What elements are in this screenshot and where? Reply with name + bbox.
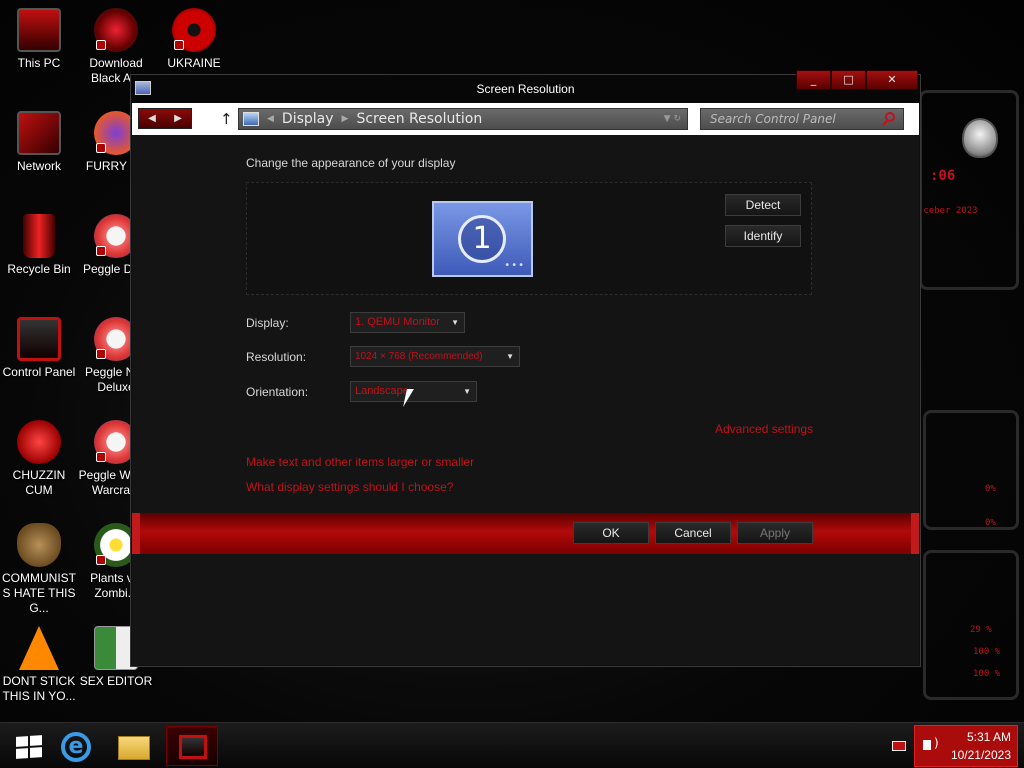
orientation-select-value: Landscape bbox=[355, 385, 409, 397]
windows-logo-icon bbox=[16, 735, 42, 759]
chevron-left-icon: ◀ bbox=[267, 114, 274, 124]
history-buttons: ◀ ▶ bbox=[138, 108, 192, 129]
search-icon[interactable] bbox=[885, 112, 895, 122]
orientation-select[interactable]: Landscape ▼ bbox=[350, 381, 477, 402]
main-content: Change the appearance of your display 1 … bbox=[132, 135, 919, 665]
breadcrumb-screen-resolution[interactable]: Screen Resolution bbox=[356, 111, 482, 127]
cancel-button[interactable]: Cancel bbox=[655, 522, 731, 544]
minimize-button[interactable]: _ bbox=[796, 70, 831, 90]
desktop-icon-recycle-bin[interactable]: Recycle Bin bbox=[0, 214, 78, 277]
desktop-icon-dont-stick[interactable]: DONT STICK THIS IN YO... bbox=[0, 626, 78, 704]
breadcrumb-display[interactable]: Display bbox=[282, 111, 334, 127]
up-button[interactable]: ↑ bbox=[220, 110, 233, 128]
desktop-icon-label: SEX EDITOR bbox=[79, 674, 153, 688]
taskbar-internet-explorer[interactable]: e bbox=[55, 726, 99, 766]
network-icon bbox=[17, 111, 61, 155]
dialog-footer: OK Cancel Apply bbox=[132, 513, 919, 554]
window-controls: _ □ ✕ bbox=[796, 70, 918, 90]
monitor-icon bbox=[17, 8, 61, 52]
chevron-right-icon: ▶ bbox=[341, 114, 349, 124]
search-input[interactable]: Search Control Panel bbox=[700, 108, 904, 130]
resolution-select[interactable]: 1024 × 768 (Recommended) ▼ bbox=[350, 346, 520, 367]
monitor-number: 1 bbox=[458, 215, 506, 263]
search-placeholder: Search Control Panel bbox=[710, 112, 836, 126]
taskbar-file-explorer[interactable] bbox=[112, 726, 156, 766]
desktop-icon-label: CHUZZIN CUM bbox=[12, 468, 66, 497]
wallpaper-decoration: :06 :ceber 2023 0% 0% 29 % 100 % 100 % bbox=[915, 70, 1024, 720]
control-panel-icon bbox=[243, 112, 259, 126]
monitor-preview-panel: 1 ••• Detect Identify bbox=[246, 182, 812, 295]
apply-button[interactable]: Apply bbox=[737, 522, 813, 544]
money-bag-icon bbox=[17, 523, 61, 567]
speaker-icon[interactable] bbox=[923, 736, 939, 750]
desktop-icon-label: This PC bbox=[17, 56, 61, 70]
maximize-button[interactable]: □ bbox=[831, 70, 866, 90]
desktop-icon-label: UKRAINE bbox=[167, 56, 221, 70]
screen-resolution-window: Screen Resolution _ □ ✕ ◀ ▶ ↑ ◀ Display … bbox=[130, 70, 921, 667]
taskbar: e 5:31 AM 10/21/2023 bbox=[0, 722, 1024, 768]
identify-button[interactable]: Identify bbox=[725, 225, 801, 247]
chevron-down-icon[interactable]: ▼ ↻ bbox=[664, 114, 681, 124]
taskbar-control-panel[interactable] bbox=[166, 726, 218, 766]
action-center-flag-icon[interactable] bbox=[892, 741, 906, 751]
monitor-dots-icon: ••• bbox=[504, 260, 525, 271]
orientation-label: Orientation: bbox=[246, 385, 309, 399]
advanced-settings-link[interactable]: Advanced settings bbox=[715, 422, 813, 436]
desktop-icon-network[interactable]: Network bbox=[0, 111, 78, 174]
vlc-cone-icon bbox=[19, 626, 59, 670]
resolution-label: Resolution: bbox=[246, 350, 307, 364]
close-button[interactable]: ✕ bbox=[866, 70, 918, 90]
detect-button[interactable]: Detect bbox=[725, 194, 801, 216]
forward-button[interactable]: ▶ bbox=[165, 109, 191, 128]
system-tray: 5:31 AM 10/21/2023 bbox=[914, 725, 1018, 767]
clock-date[interactable]: 10/21/2023 bbox=[951, 748, 1011, 762]
back-button[interactable]: ◀ bbox=[139, 109, 165, 128]
desktop-icon-communists[interactable]: COMMUNISTS HATE THIS G... bbox=[0, 523, 78, 616]
chevron-down-icon: ▼ bbox=[451, 318, 459, 327]
desktop-icon-label: Recycle Bin bbox=[7, 262, 71, 276]
display-help-link[interactable]: What display settings should I choose? bbox=[246, 480, 453, 494]
chevron-down-icon: ▼ bbox=[463, 387, 471, 396]
desktop-icon-control-panel[interactable]: Control Panel bbox=[0, 317, 78, 380]
recycle-bin-icon bbox=[23, 214, 55, 258]
desktop-icon-this-pc[interactable]: This PC bbox=[0, 8, 78, 71]
page-title: Change the appearance of your display bbox=[246, 156, 456, 170]
desktop-icon-ukraine[interactable]: UKRAINE bbox=[155, 8, 233, 71]
alien-logo-icon bbox=[962, 118, 998, 158]
monitor-1-preview[interactable]: 1 ••• bbox=[432, 201, 533, 277]
display-select-value: 1. QEMU Monitor bbox=[355, 316, 440, 328]
resolution-select-value: 1024 × 768 (Recommended) bbox=[355, 351, 483, 362]
desktop-icon-label: Network bbox=[16, 159, 61, 173]
control-panel-icon bbox=[17, 317, 61, 361]
display-label: Display: bbox=[246, 316, 289, 330]
display-select[interactable]: 1. QEMU Monitor ▼ bbox=[350, 312, 465, 333]
start-button[interactable] bbox=[6, 726, 50, 766]
internet-explorer-icon: e bbox=[61, 732, 91, 762]
folder-icon bbox=[118, 736, 150, 760]
desktop-icon-label: COMMUNISTS HATE THIS G... bbox=[2, 571, 76, 615]
chevron-down-icon: ▼ bbox=[506, 352, 514, 361]
address-bar[interactable]: ◀ Display ▶ Screen Resolution ▼ ↻ bbox=[238, 108, 688, 130]
chuzzle-icon bbox=[17, 420, 61, 464]
control-panel-icon bbox=[179, 735, 207, 759]
desktop-icon-label: DONT STICK THIS IN YO... bbox=[2, 674, 76, 703]
ok-button[interactable]: OK bbox=[573, 522, 649, 544]
clock-time[interactable]: 5:31 AM bbox=[967, 730, 1011, 744]
text-size-link[interactable]: Make text and other items larger or smal… bbox=[246, 455, 474, 469]
desktop-icon-chuzzin[interactable]: CHUZZIN CUM bbox=[0, 420, 78, 498]
navigation-bar: ◀ ▶ ↑ ◀ Display ▶ Screen Resolution ▼ ↻ … bbox=[132, 103, 919, 135]
desktop-icon-label: Control Panel bbox=[2, 365, 76, 379]
radiation-icon bbox=[172, 8, 216, 52]
alien-globe-icon bbox=[94, 8, 138, 52]
